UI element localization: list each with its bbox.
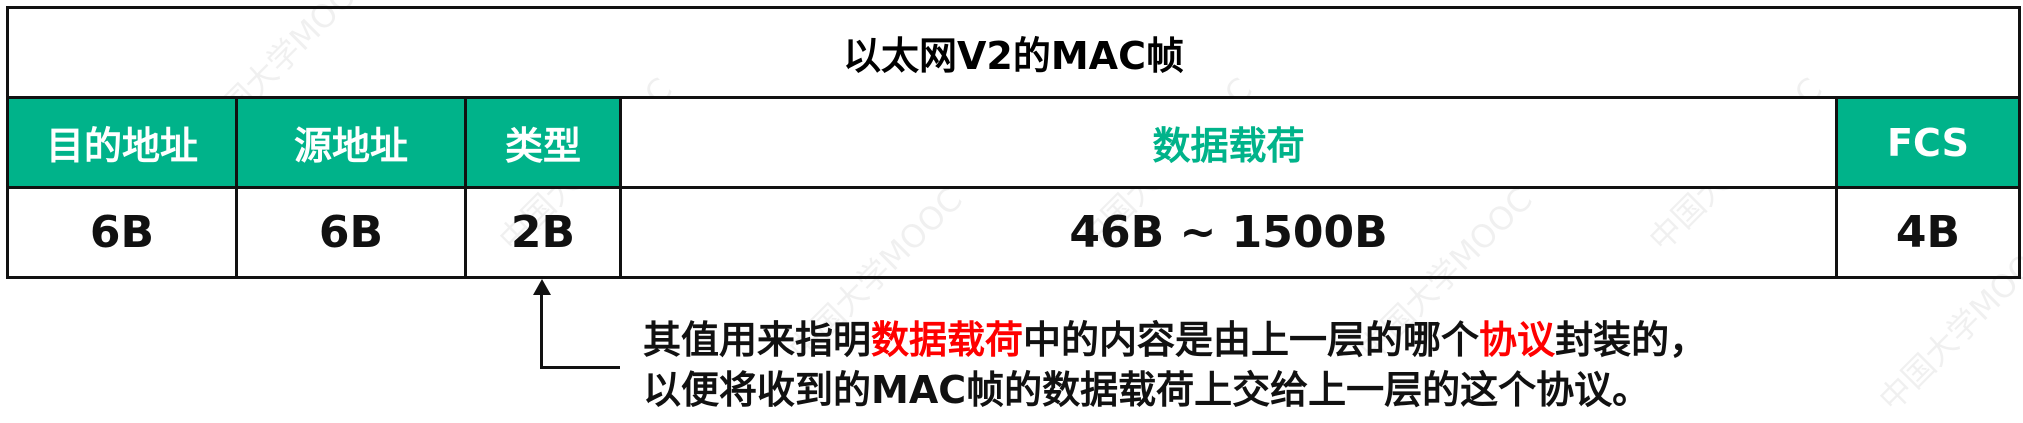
header-dest-address: 目的地址 [9, 99, 238, 186]
header-src-address: 源地址 [238, 99, 467, 186]
note-text: 封装的， [1555, 318, 1708, 362]
note-text: 其值用来指明 [643, 318, 872, 362]
note-text: 中的内容是由上一层的哪个 [1023, 318, 1480, 362]
field-size-row: 6B 6B 2B 46B ~ 1500B 4B [9, 189, 2018, 276]
header-fcs: FCS [1838, 99, 2018, 186]
size-payload: 46B ~ 1500B [622, 189, 1838, 276]
size-fcs: 4B [1895, 207, 1961, 258]
note-line-2: 以便将收到的MAC帧的数据载荷上交给上一层的这个协议。 [643, 368, 1651, 412]
note-line-1: 其值用来指明数据载荷中的内容是由上一层的哪个协议封装的， [643, 315, 1707, 365]
note-highlight-payload: 数据载荷 [871, 318, 1024, 362]
pointer-connector [540, 285, 620, 369]
field-header-row: 目的地址 源地址 类型 数据载荷 FCS [9, 99, 2018, 189]
size-type: 2B [467, 189, 622, 276]
note-highlight-protocol: 协议 [1479, 318, 1556, 362]
type-field-note: 其值用来指明数据载荷中的内容是由上一层的哪个协议封装的， 以便将收到的MAC帧的… [643, 315, 1707, 415]
size-dest-address: 6B [9, 189, 238, 276]
size-src-address: 6B [238, 189, 467, 276]
header-payload: 数据载荷 [622, 99, 1838, 186]
frame-title: 以太网V2的MAC帧 [9, 9, 2018, 99]
header-type: 类型 [467, 99, 622, 186]
mac-frame-table: 以太网V2的MAC帧 目的地址 源地址 类型 数据载荷 FCS 6B 6B 2B… [6, 6, 2021, 279]
